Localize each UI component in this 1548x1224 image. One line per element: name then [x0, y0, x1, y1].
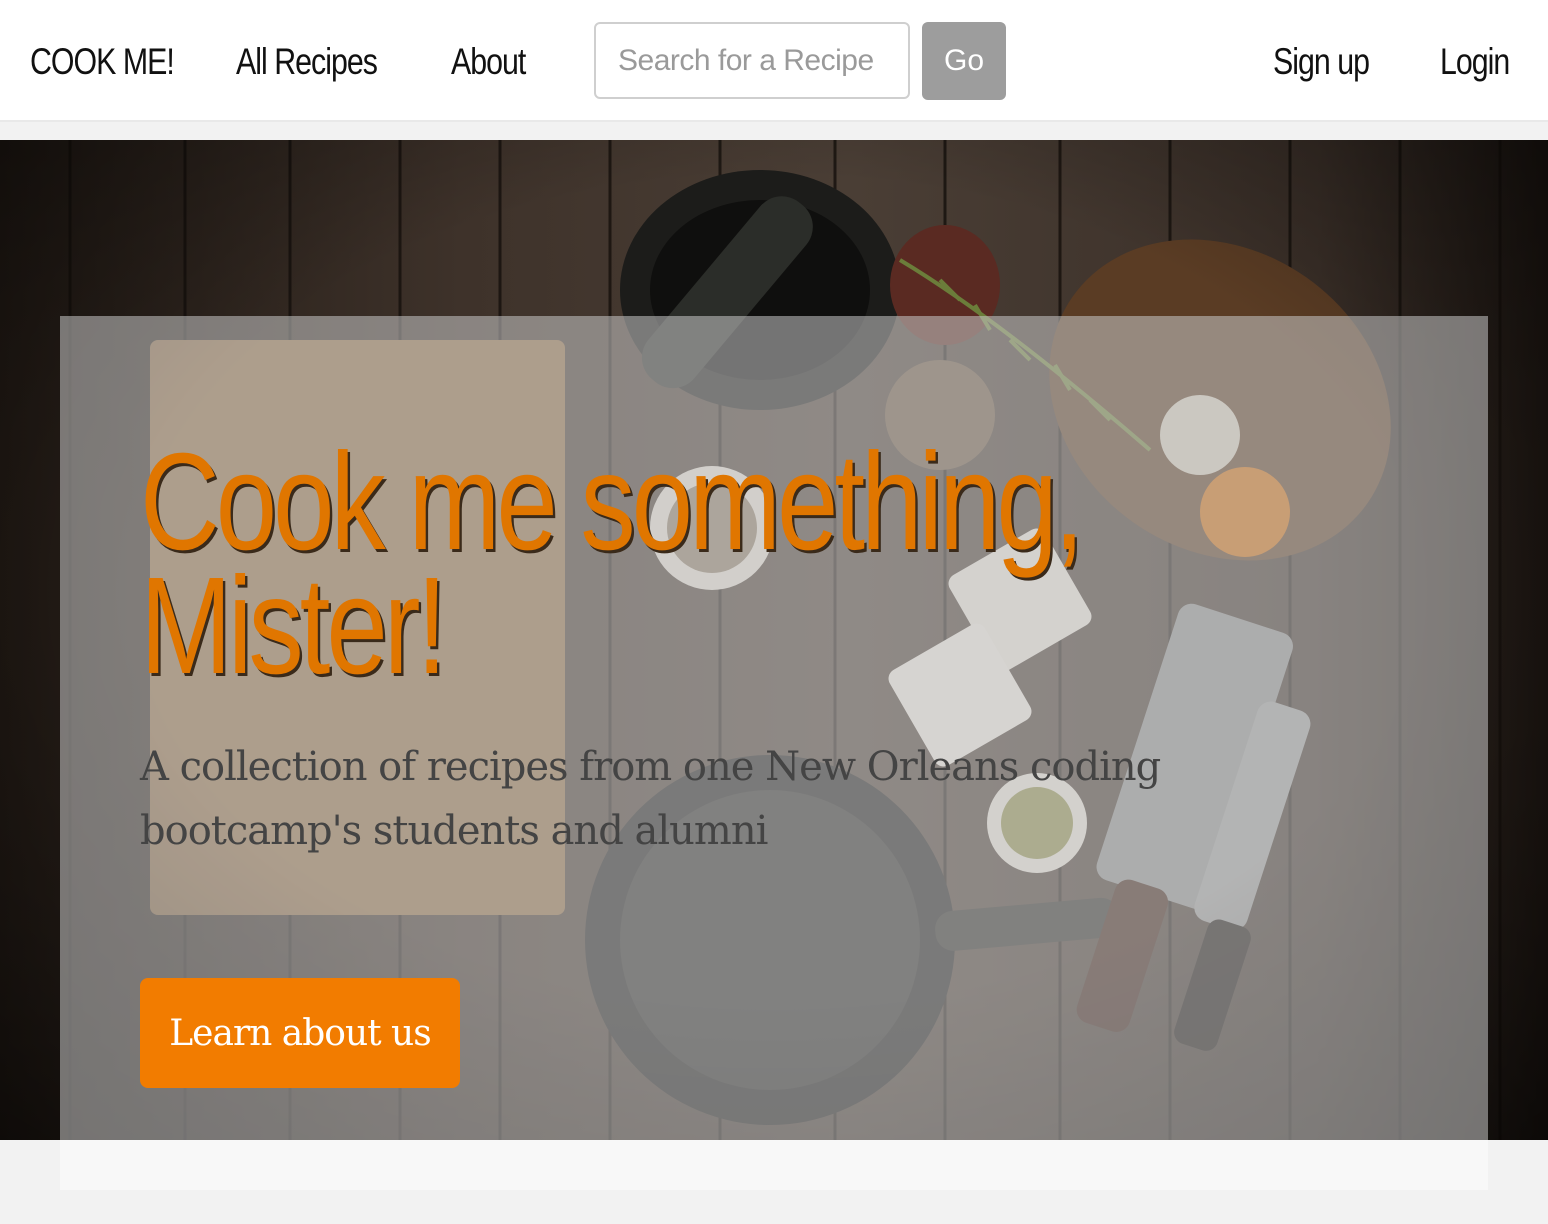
top-navbar: COOK ME! All Recipes About Go Sign up Lo…	[0, 0, 1548, 122]
nav-all-recipes-link[interactable]: All Recipes	[236, 38, 378, 86]
hero-title: Cook me something, Mister!	[140, 425, 1084, 703]
search-input[interactable]	[594, 22, 910, 99]
nav-sign-up-link[interactable]: Sign up	[1273, 38, 1370, 86]
brand-link[interactable]: COOK ME!	[30, 38, 175, 86]
learn-about-us-button[interactable]: Learn about us	[140, 978, 460, 1088]
nav-login-link[interactable]: Login	[1440, 38, 1510, 86]
hero-panel-footer	[60, 1140, 1488, 1190]
nav-about-link[interactable]: About	[451, 38, 526, 86]
hero-subtitle: A collection of recipes from one New Orl…	[140, 744, 1161, 854]
search-go-button[interactable]: Go	[922, 22, 1006, 100]
